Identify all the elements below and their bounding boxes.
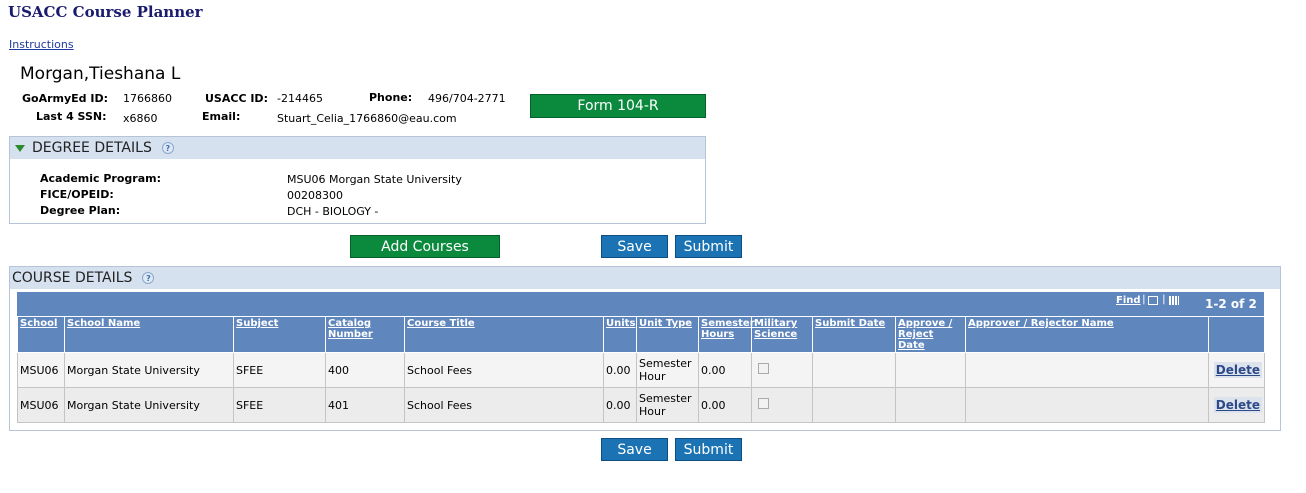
instructions-link[interactable]: Instructions — [9, 38, 74, 51]
cell-school: MSU06 — [17, 352, 65, 388]
grid-download-icon[interactable] — [1169, 296, 1179, 305]
goarmyed-id-value: 1766860 — [123, 92, 172, 105]
col-units[interactable]: Units — [603, 316, 637, 353]
delete-link[interactable]: Delete — [1213, 362, 1262, 378]
cell-approver — [965, 352, 1209, 388]
help-icon[interactable]: ? — [142, 272, 155, 284]
course-details-header: COURSE DETAILS ? — [10, 267, 1280, 289]
usacc-id-label: USACC ID: — [205, 92, 268, 105]
cell-semester-hours: 0.00 — [698, 352, 752, 388]
col-submit-date[interactable]: Submit Date — [812, 316, 896, 353]
table-row: MSU06 Morgan State University SFEE 401 S… — [17, 387, 1265, 423]
table-row: MSU06 Morgan State University SFEE 400 S… — [17, 352, 1265, 388]
save-button-bottom[interactable]: Save — [601, 438, 668, 461]
cell-approver — [965, 387, 1209, 423]
submit-button-bottom[interactable]: Submit — [675, 438, 742, 461]
table-header-row: School School Name Subject Catalog Numbe… — [17, 316, 1265, 353]
ssn-label: Last 4 SSN: — [36, 110, 107, 123]
col-semester-hours[interactable]: Semester Hours — [698, 316, 755, 353]
app-title: USACC Course Planner — [8, 3, 203, 21]
cell-actions: Delete — [1208, 387, 1265, 423]
cell-approve-date — [895, 387, 966, 423]
cell-military-science — [751, 387, 813, 423]
col-approver-name[interactable]: Approver / Rejector Name — [965, 316, 1209, 353]
usacc-id-value: -214465 — [277, 92, 323, 105]
cell-catalog: 401 — [325, 387, 405, 423]
cell-submit-date — [812, 387, 896, 423]
col-subject[interactable]: Subject — [233, 316, 326, 353]
fice-label: FICE/OPEID: — [40, 188, 114, 201]
goarmyed-id-label: GoArmyEd ID: — [22, 92, 108, 105]
triangle-down-icon[interactable] — [15, 144, 25, 152]
course-details-title: COURSE DETAILS — [12, 270, 133, 286]
view-all-icon[interactable] — [1148, 296, 1158, 305]
cell-units: 0.00 — [603, 387, 637, 423]
col-catalog-number[interactable]: Catalog Number — [325, 316, 405, 353]
cell-subject: SFEE — [233, 352, 326, 388]
find-link[interactable]: Find — [1116, 295, 1141, 306]
email-label: Email: — [202, 110, 241, 123]
cell-submit-date — [812, 352, 896, 388]
cell-semester-hours: 0.00 — [698, 387, 752, 423]
pagination-text: 1-2 of 2 — [1205, 297, 1257, 311]
cell-school-name: Morgan State University — [64, 352, 234, 388]
col-school-name[interactable]: School Name — [64, 316, 234, 353]
help-icon[interactable]: ? — [161, 142, 174, 154]
delete-link[interactable]: Delete — [1213, 397, 1262, 413]
military-science-checkbox[interactable] — [758, 363, 769, 374]
cell-title: School Fees — [404, 387, 604, 423]
cell-school: MSU06 — [17, 387, 65, 423]
phone-value: 496/704-2771 — [428, 92, 506, 105]
col-school[interactable]: School — [17, 316, 65, 353]
fice-value: 00208300 — [287, 189, 343, 202]
col-approve-reject-date[interactable]: Approve / Reject Date — [895, 316, 966, 353]
military-science-checkbox[interactable] — [758, 398, 769, 409]
submit-button[interactable]: Submit — [675, 235, 742, 258]
cell-unit-type: Semester Hour — [636, 387, 699, 423]
degree-details-title: DEGREE DETAILS — [32, 140, 152, 156]
course-table: School School Name Subject Catalog Numbe… — [17, 316, 1265, 423]
phone-label: Phone: — [369, 91, 413, 104]
cell-title: School Fees — [404, 352, 604, 388]
col-unit-type[interactable]: Unit Type — [636, 316, 699, 353]
cell-approve-date — [895, 352, 966, 388]
cell-actions: Delete — [1208, 352, 1265, 388]
degree-details-header[interactable]: DEGREE DETAILS ? — [10, 137, 705, 159]
col-actions — [1208, 316, 1265, 353]
ssn-value: x6860 — [123, 112, 158, 125]
cell-school-name: Morgan State University — [64, 387, 234, 423]
degree-plan-label: Degree Plan: — [40, 204, 121, 217]
cell-catalog: 400 — [325, 352, 405, 388]
cell-subject: SFEE — [233, 387, 326, 423]
col-course-title[interactable]: Course Title — [404, 316, 604, 353]
save-button[interactable]: Save — [601, 235, 668, 258]
cell-military-science — [751, 352, 813, 388]
cell-unit-type: Semester Hour — [636, 352, 699, 388]
degree-plan-value: DCH - BIOLOGY - — [287, 205, 379, 218]
form-104r-button[interactable]: Form 104-R — [530, 94, 706, 118]
col-military-science[interactable]: Military Science — [751, 316, 813, 353]
academic-program-label: Academic Program: — [40, 172, 161, 185]
grid-toolbar: Find | | 1-2 of 2 — [17, 292, 1264, 318]
cell-units: 0.00 — [603, 352, 637, 388]
add-courses-button[interactable]: Add Courses — [350, 235, 500, 258]
student-name: Morgan,Tieshana L — [20, 64, 181, 84]
academic-program-value: MSU06 Morgan State University — [287, 173, 462, 186]
email-value: Stuart_Celia_1766860@eau.com — [277, 112, 457, 125]
